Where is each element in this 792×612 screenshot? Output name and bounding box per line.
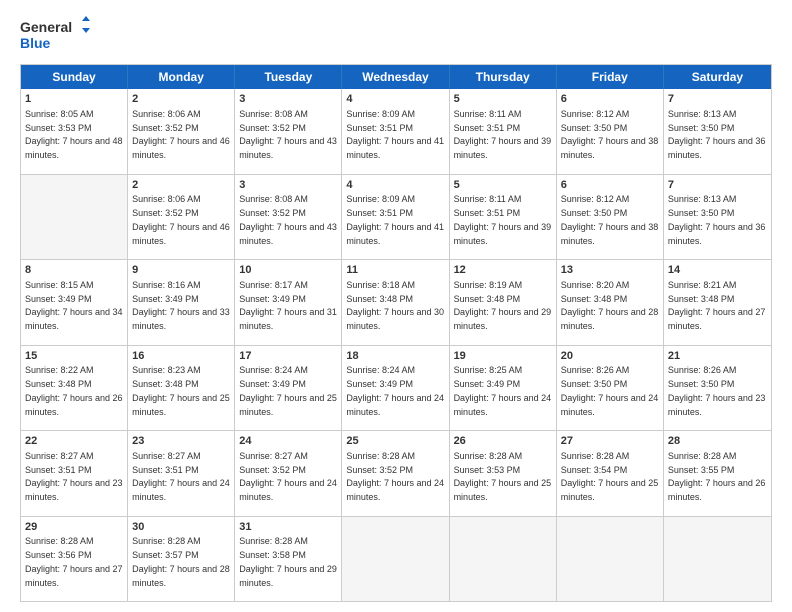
calendar-cell: 7Sunrise: 8:13 AMSunset: 3:50 PMDaylight…: [664, 89, 771, 174]
calendar-row: 1Sunrise: 8:05 AMSunset: 3:53 PMDaylight…: [21, 89, 771, 174]
header-friday: Friday: [557, 65, 664, 89]
calendar-cell: 19Sunrise: 8:25 AMSunset: 3:49 PMDayligh…: [450, 346, 557, 431]
calendar-cell: 7Sunrise: 8:13 AMSunset: 3:50 PMDaylight…: [664, 175, 771, 260]
calendar-cell: 4Sunrise: 8:09 AMSunset: 3:51 PMDaylight…: [342, 175, 449, 260]
header-saturday: Saturday: [664, 65, 771, 89]
calendar-cell: [342, 517, 449, 602]
calendar-cell: 30Sunrise: 8:28 AMSunset: 3:57 PMDayligh…: [128, 517, 235, 602]
logo-svg: General Blue: [20, 16, 90, 54]
calendar-cell: 6Sunrise: 8:12 AMSunset: 3:50 PMDaylight…: [557, 89, 664, 174]
calendar-row: 15Sunrise: 8:22 AMSunset: 3:48 PMDayligh…: [21, 345, 771, 431]
calendar-cell: 3Sunrise: 8:08 AMSunset: 3:52 PMDaylight…: [235, 89, 342, 174]
page: General Blue Sunday Monday Tuesday Wedne…: [0, 0, 792, 612]
header-tuesday: Tuesday: [235, 65, 342, 89]
calendar-cell: 2Sunrise: 8:06 AMSunset: 3:52 PMDaylight…: [128, 89, 235, 174]
calendar-cell: 5Sunrise: 8:11 AMSunset: 3:51 PMDaylight…: [450, 89, 557, 174]
calendar-cell: 27Sunrise: 8:28 AMSunset: 3:54 PMDayligh…: [557, 431, 664, 516]
calendar-cell: 24Sunrise: 8:27 AMSunset: 3:52 PMDayligh…: [235, 431, 342, 516]
calendar-cell: 14Sunrise: 8:21 AMSunset: 3:48 PMDayligh…: [664, 260, 771, 345]
calendar-header: Sunday Monday Tuesday Wednesday Thursday…: [21, 65, 771, 89]
calendar-cell: 25Sunrise: 8:28 AMSunset: 3:52 PMDayligh…: [342, 431, 449, 516]
calendar-body: 1Sunrise: 8:05 AMSunset: 3:53 PMDaylight…: [21, 89, 771, 601]
header: General Blue: [20, 16, 772, 54]
calendar-cell: 3Sunrise: 8:08 AMSunset: 3:52 PMDaylight…: [235, 175, 342, 260]
calendar-cell: 5Sunrise: 8:11 AMSunset: 3:51 PMDaylight…: [450, 175, 557, 260]
calendar-cell: 17Sunrise: 8:24 AMSunset: 3:49 PMDayligh…: [235, 346, 342, 431]
calendar-cell: [450, 517, 557, 602]
calendar-cell: 12Sunrise: 8:19 AMSunset: 3:48 PMDayligh…: [450, 260, 557, 345]
header-thursday: Thursday: [450, 65, 557, 89]
calendar-cell: 4Sunrise: 8:09 AMSunset: 3:51 PMDaylight…: [342, 89, 449, 174]
logo: General Blue: [20, 16, 90, 54]
calendar-cell: 9Sunrise: 8:16 AMSunset: 3:49 PMDaylight…: [128, 260, 235, 345]
calendar-cell: 11Sunrise: 8:18 AMSunset: 3:48 PMDayligh…: [342, 260, 449, 345]
calendar-row: 8Sunrise: 8:15 AMSunset: 3:49 PMDaylight…: [21, 259, 771, 345]
calendar-cell: 18Sunrise: 8:24 AMSunset: 3:49 PMDayligh…: [342, 346, 449, 431]
calendar-row: 2Sunrise: 8:06 AMSunset: 3:52 PMDaylight…: [21, 174, 771, 260]
calendar-cell: [664, 517, 771, 602]
calendar-cell: 6Sunrise: 8:12 AMSunset: 3:50 PMDaylight…: [557, 175, 664, 260]
calendar-row: 29Sunrise: 8:28 AMSunset: 3:56 PMDayligh…: [21, 516, 771, 602]
calendar-cell: [21, 175, 128, 260]
header-sunday: Sunday: [21, 65, 128, 89]
calendar-cell: 15Sunrise: 8:22 AMSunset: 3:48 PMDayligh…: [21, 346, 128, 431]
header-monday: Monday: [128, 65, 235, 89]
svg-text:General: General: [20, 19, 72, 35]
calendar-cell: 23Sunrise: 8:27 AMSunset: 3:51 PMDayligh…: [128, 431, 235, 516]
calendar-row: 22Sunrise: 8:27 AMSunset: 3:51 PMDayligh…: [21, 430, 771, 516]
calendar-cell: 26Sunrise: 8:28 AMSunset: 3:53 PMDayligh…: [450, 431, 557, 516]
calendar-cell: 28Sunrise: 8:28 AMSunset: 3:55 PMDayligh…: [664, 431, 771, 516]
calendar-cell: 20Sunrise: 8:26 AMSunset: 3:50 PMDayligh…: [557, 346, 664, 431]
calendar-cell: 22Sunrise: 8:27 AMSunset: 3:51 PMDayligh…: [21, 431, 128, 516]
calendar-cell: 16Sunrise: 8:23 AMSunset: 3:48 PMDayligh…: [128, 346, 235, 431]
calendar-cell: 29Sunrise: 8:28 AMSunset: 3:56 PMDayligh…: [21, 517, 128, 602]
calendar: Sunday Monday Tuesday Wednesday Thursday…: [20, 64, 772, 602]
calendar-cell: 8Sunrise: 8:15 AMSunset: 3:49 PMDaylight…: [21, 260, 128, 345]
calendar-cell: 21Sunrise: 8:26 AMSunset: 3:50 PMDayligh…: [664, 346, 771, 431]
calendar-cell: 2Sunrise: 8:06 AMSunset: 3:52 PMDaylight…: [128, 175, 235, 260]
calendar-cell: 31Sunrise: 8:28 AMSunset: 3:58 PMDayligh…: [235, 517, 342, 602]
calendar-cell: 13Sunrise: 8:20 AMSunset: 3:48 PMDayligh…: [557, 260, 664, 345]
calendar-cell: 1Sunrise: 8:05 AMSunset: 3:53 PMDaylight…: [21, 89, 128, 174]
header-wednesday: Wednesday: [342, 65, 449, 89]
svg-text:Blue: Blue: [20, 35, 51, 51]
calendar-cell: [557, 517, 664, 602]
calendar-cell: 10Sunrise: 8:17 AMSunset: 3:49 PMDayligh…: [235, 260, 342, 345]
